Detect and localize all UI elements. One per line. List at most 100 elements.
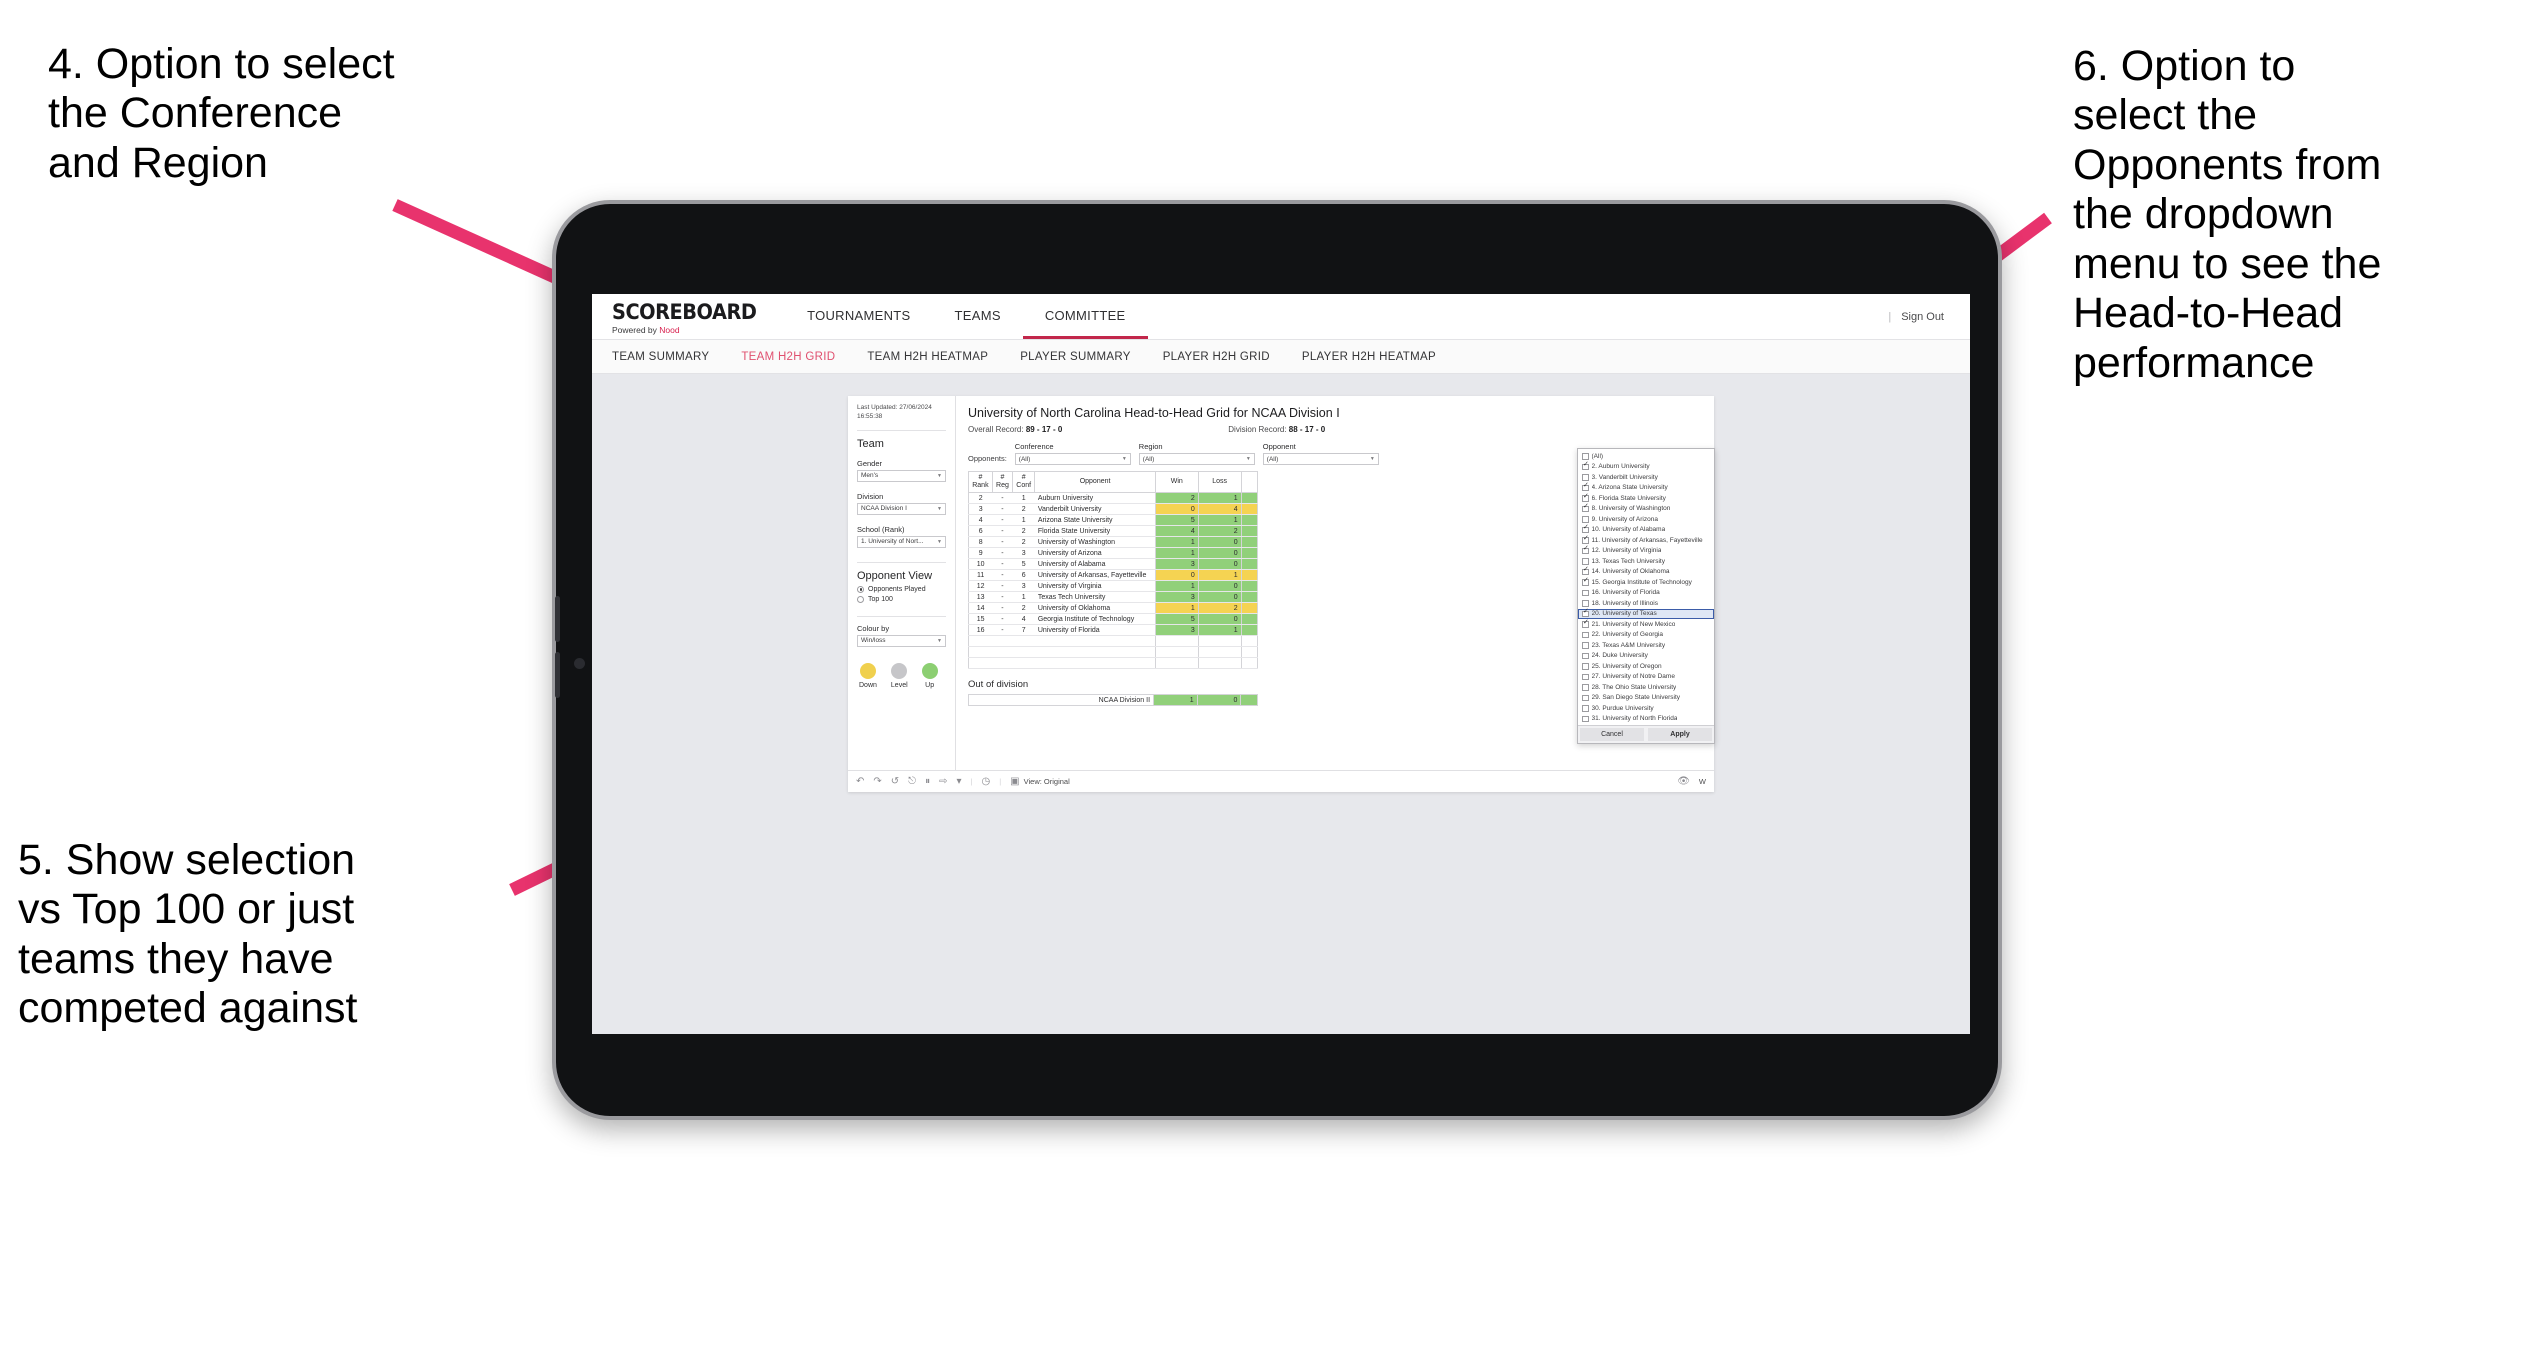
table-row[interactable]: 13-1 Texas Tech University 3 0 bbox=[968, 591, 1259, 604]
colour-by-select[interactable]: Win/loss ▼ bbox=[857, 634, 946, 647]
gender-select[interactable]: Men's ▼ bbox=[857, 469, 946, 482]
col-opponent[interactable]: Opponent bbox=[1034, 470, 1156, 494]
col-rank[interactable]: # Rank bbox=[968, 470, 993, 494]
checkbox-icon[interactable] bbox=[1582, 631, 1589, 638]
tab-team-summary[interactable]: TEAM SUMMARY bbox=[612, 351, 725, 363]
table-row[interactable]: 16-7 University of Florida 3 1 bbox=[968, 624, 1259, 637]
opponent-dropdown-item[interactable]: 31. University of North Florida bbox=[1578, 714, 1714, 725]
opponent-dropdown-item[interactable]: 25. University of Oregon bbox=[1578, 661, 1714, 672]
opponent-dropdown-item[interactable]: 21. University of New Mexico bbox=[1578, 619, 1714, 630]
opponent-dropdown-item[interactable]: 9. University of Arizona bbox=[1578, 514, 1714, 525]
checkbox-icon[interactable] bbox=[1582, 663, 1589, 670]
checkbox-icon[interactable] bbox=[1582, 474, 1589, 481]
nav-item-committee[interactable]: COMMITTEE bbox=[1022, 294, 1148, 339]
checkbox-icon[interactable] bbox=[1582, 483, 1589, 491]
radio-opponents-played[interactable]: Opponents Played bbox=[857, 585, 946, 593]
table-row[interactable]: 4-1 Arizona State University 5 1 bbox=[968, 514, 1259, 527]
opponent-dropdown-item[interactable]: 29. San Diego State University bbox=[1578, 693, 1714, 704]
opponent-dropdown-item[interactable]: 11. University of Arkansas, Fayetteville bbox=[1578, 535, 1714, 546]
opponent-dropdown-item[interactable]: 24. Duke University bbox=[1578, 651, 1714, 662]
opponent-dropdown-item[interactable]: (All) bbox=[1578, 451, 1714, 462]
opponent-dropdown-item[interactable]: 2. Auburn University bbox=[1578, 462, 1714, 473]
checkbox-icon[interactable] bbox=[1582, 546, 1589, 554]
tab-team-h2h-heatmap[interactable]: TEAM H2H HEATMAP bbox=[851, 351, 1004, 363]
checkbox-icon[interactable] bbox=[1582, 642, 1589, 649]
opponent-dropdown-item[interactable]: 15. Georgia Institute of Technology bbox=[1578, 577, 1714, 588]
opponent-dropdown-item[interactable]: 12. University of Virginia bbox=[1578, 546, 1714, 557]
checkbox-icon[interactable] bbox=[1582, 684, 1589, 691]
opponent-dropdown-item[interactable]: 22. University of Georgia bbox=[1578, 630, 1714, 641]
opponent-dropdown-item[interactable]: 28. The Ohio State University bbox=[1578, 682, 1714, 693]
table-row[interactable]: 14-2 University of Oklahoma 1 2 bbox=[968, 602, 1259, 615]
checkbox-icon[interactable] bbox=[1582, 525, 1589, 533]
opponent-select[interactable]: (All) ▼ bbox=[1262, 453, 1379, 465]
apply-button[interactable]: Apply bbox=[1648, 728, 1712, 741]
tab-team-h2h-grid[interactable]: TEAM H2H GRID bbox=[725, 351, 851, 363]
opponent-dropdown-item[interactable]: 6. Florida State University bbox=[1578, 493, 1714, 504]
tab-player-summary[interactable]: PLAYER SUMMARY bbox=[1004, 351, 1147, 363]
clock-icon[interactable]: ◷ bbox=[981, 776, 990, 787]
sign-out-link[interactable]: Sign Out bbox=[1901, 311, 1944, 323]
revert-icon[interactable]: ↺ bbox=[891, 776, 899, 787]
table-row[interactable]: 15-4 Georgia Institute of Technology 5 0 bbox=[968, 613, 1259, 626]
table-row[interactable]: 6-2 Florida State University 4 2 bbox=[968, 525, 1259, 538]
table-row[interactable]: 8-2 University of Washington 1 0 bbox=[968, 536, 1259, 549]
col-conf[interactable]: # Conf bbox=[1012, 470, 1036, 494]
checkbox-icon[interactable] bbox=[1582, 620, 1589, 628]
opponent-dropdown-item[interactable]: 16. University of Florida bbox=[1578, 588, 1714, 599]
checkbox-icon[interactable] bbox=[1582, 494, 1589, 502]
opponent-dropdown-item[interactable]: 27. University of Notre Dame bbox=[1578, 672, 1714, 683]
cancel-button[interactable]: Cancel bbox=[1580, 728, 1644, 741]
radio-top-100[interactable]: Top 100 bbox=[857, 595, 946, 603]
opponent-dropdown-item[interactable]: 14. University of Oklahoma bbox=[1578, 567, 1714, 578]
opponent-dropdown-item[interactable]: 3. Vanderbilt University bbox=[1578, 472, 1714, 483]
checkbox-icon[interactable] bbox=[1582, 715, 1589, 722]
opponent-dropdown-list[interactable]: (All) 2. Auburn University 3. Vanderbilt U… bbox=[1578, 449, 1714, 725]
table-row[interactable]: 3-2 Vanderbilt University 0 4 bbox=[968, 503, 1259, 516]
opponent-dropdown-item[interactable]: 20. University of Texas bbox=[1578, 608, 1714, 619]
watch-label[interactable]: W bbox=[1699, 777, 1706, 786]
checkbox-icon[interactable] bbox=[1582, 673, 1589, 680]
chevron-down-icon[interactable]: ▾ bbox=[956, 776, 961, 787]
checkbox-icon[interactable] bbox=[1582, 652, 1589, 659]
division-select[interactable]: NCAA Division I ▼ bbox=[857, 502, 946, 515]
tab-player-h2h-heatmap[interactable]: PLAYER H2H HEATMAP bbox=[1286, 351, 1452, 363]
eye-icon[interactable]: 👁 bbox=[1677, 776, 1690, 787]
share-icon[interactable]: ⇨ bbox=[939, 776, 947, 787]
checkbox-icon[interactable] bbox=[1582, 600, 1589, 607]
checkbox-icon[interactable] bbox=[1582, 504, 1589, 512]
checkbox-icon[interactable] bbox=[1582, 516, 1589, 523]
checkbox-icon[interactable] bbox=[1582, 567, 1589, 575]
opponent-dropdown-panel[interactable]: (All) 2. Auburn University 3. Vanderbilt U… bbox=[1577, 448, 1715, 744]
checkbox-icon[interactable] bbox=[1582, 609, 1589, 617]
table-row[interactable]: 12-3 University of Virginia 1 0 bbox=[968, 580, 1259, 593]
checkbox-icon[interactable] bbox=[1582, 578, 1589, 586]
opponent-dropdown-item[interactable]: 18. University of Illinois bbox=[1578, 598, 1714, 609]
opponent-dropdown-item[interactable]: 10. University of Alabama bbox=[1578, 525, 1714, 536]
opponent-dropdown-item[interactable]: 23. Texas A&M University bbox=[1578, 640, 1714, 651]
opponent-dropdown-item[interactable]: 8. University of Washington bbox=[1578, 504, 1714, 515]
table-row[interactable]: 10-5 University of Alabama 3 0 bbox=[968, 558, 1259, 571]
checkbox-icon[interactable] bbox=[1582, 705, 1589, 712]
checkbox-icon[interactable] bbox=[1582, 453, 1589, 460]
volume-button-down[interactable] bbox=[555, 652, 560, 698]
checkbox-icon[interactable] bbox=[1582, 694, 1589, 701]
opponent-dropdown-item[interactable]: 30. Purdue University bbox=[1578, 703, 1714, 714]
nav-item-tournaments[interactable]: TOURNAMENTS bbox=[785, 294, 932, 339]
tab-player-h2h-grid[interactable]: PLAYER H2H GRID bbox=[1147, 351, 1286, 363]
conference-select[interactable]: (All) ▼ bbox=[1014, 453, 1131, 465]
col-reg[interactable]: # Reg bbox=[991, 470, 1014, 494]
region-select[interactable]: (All) ▼ bbox=[1138, 453, 1255, 465]
undo-icon[interactable]: ↶ bbox=[856, 776, 864, 787]
checkbox-icon[interactable] bbox=[1582, 462, 1589, 470]
opponent-dropdown-item[interactable]: 4. Arizona State University bbox=[1578, 483, 1714, 494]
checkbox-icon[interactable] bbox=[1582, 589, 1589, 596]
view-original-button[interactable]: ▣ View: Original bbox=[1010, 776, 1070, 787]
table-row[interactable]: 2-1 Auburn University 2 1 bbox=[968, 492, 1259, 505]
col-loss[interactable]: Loss bbox=[1197, 470, 1242, 494]
nav-item-teams[interactable]: TEAMS bbox=[933, 294, 1023, 339]
checkbox-icon[interactable] bbox=[1582, 558, 1589, 565]
table-row[interactable]: 9-3 University of Arizona 1 0 bbox=[968, 547, 1259, 560]
refresh-data-icon[interactable]: ⎋ bbox=[908, 776, 916, 787]
table-row[interactable]: 11-6 University of Arkansas, Fayetteville… bbox=[968, 569, 1259, 582]
